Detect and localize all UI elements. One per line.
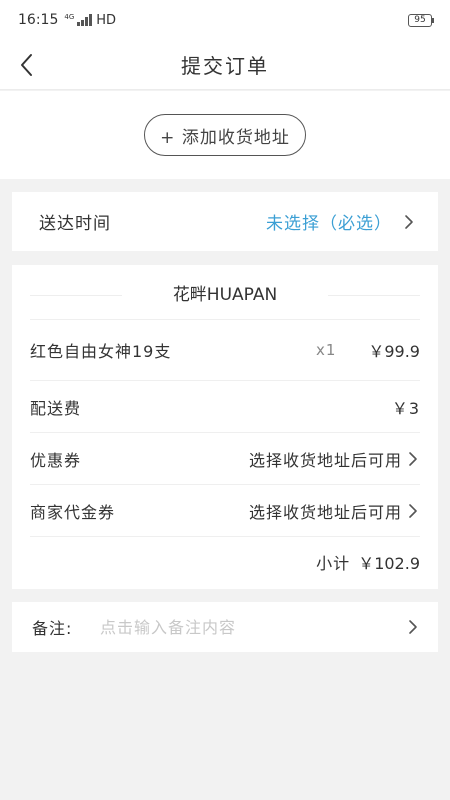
note-label: 备注: xyxy=(32,619,73,638)
network-type: 4G xyxy=(64,13,75,21)
product-name: 红色自由女神19支 xyxy=(30,342,172,361)
hd-indicator: HD xyxy=(96,12,117,28)
product-row: 红色自由女神19支 x1 ￥99.9 xyxy=(30,320,420,381)
note-row[interactable]: 备注: xyxy=(12,602,438,652)
store-name: 花畔HUAPAN xyxy=(172,284,278,305)
merchant-coupon-value-wrap: 选择收货地址后可用 xyxy=(249,499,420,523)
chevron-right-icon xyxy=(405,214,413,229)
subtotal-label: 小计 xyxy=(316,554,351,573)
shipping-fee-value: ￥3 xyxy=(391,398,420,418)
delivery-time-label: 送达时间 xyxy=(39,214,111,234)
store-header: 花畔HUAPAN xyxy=(30,265,420,320)
battery-level: 95 xyxy=(414,14,426,25)
delivery-time-value: 未选择（必选） xyxy=(266,214,392,234)
back-button[interactable] xyxy=(14,50,44,80)
order-card: 花畔HUAPAN 红色自由女神19支 x1 ￥99.9 配送费 ￥3 优惠券 选… xyxy=(12,265,438,589)
status-bar: 16:15 4G HD 95 xyxy=(0,0,450,40)
coupon-label: 优惠券 xyxy=(30,450,82,470)
divider xyxy=(328,295,420,296)
shipping-fee-row: 配送费 ￥3 xyxy=(30,381,420,433)
subtotal-row: 小计 ￥102.9 xyxy=(30,537,420,587)
merchant-coupon-row[interactable]: 商家代金券 选择收货地址后可用 xyxy=(30,485,420,537)
note-input[interactable] xyxy=(100,617,396,637)
subtotal-value: ￥102.9 xyxy=(358,554,420,573)
page-title: 提交订单 xyxy=(181,54,269,78)
battery-icon: 95 xyxy=(408,13,434,27)
status-time: 16:15 xyxy=(18,12,59,28)
divider xyxy=(30,295,122,296)
chevron-left-icon xyxy=(21,54,32,76)
merchant-coupon-label: 商家代金券 xyxy=(30,502,116,522)
signal-icon: 4G xyxy=(64,13,93,26)
coupon-value-wrap: 选择收货地址后可用 xyxy=(249,447,420,471)
product-price: ￥99.9 xyxy=(368,342,420,361)
address-section: + 添加收货地址 xyxy=(0,91,450,179)
merchant-coupon-value: 选择收货地址后可用 xyxy=(248,502,402,522)
chevron-right-icon xyxy=(409,451,417,466)
coupon-value: 选择收货地址后可用 xyxy=(248,450,402,470)
chevron-right-icon xyxy=(409,503,417,518)
delivery-time-row[interactable]: 送达时间 未选择（必选） xyxy=(12,192,438,251)
coupon-row[interactable]: 优惠券 选择收货地址后可用 xyxy=(30,433,420,485)
add-address-button[interactable]: + 添加收货地址 xyxy=(144,114,306,156)
product-quantity: x1 xyxy=(315,341,337,359)
navigation-bar: 提交订单 xyxy=(0,40,450,90)
chevron-right-icon xyxy=(409,620,417,634)
shipping-fee-label: 配送费 xyxy=(30,398,82,418)
